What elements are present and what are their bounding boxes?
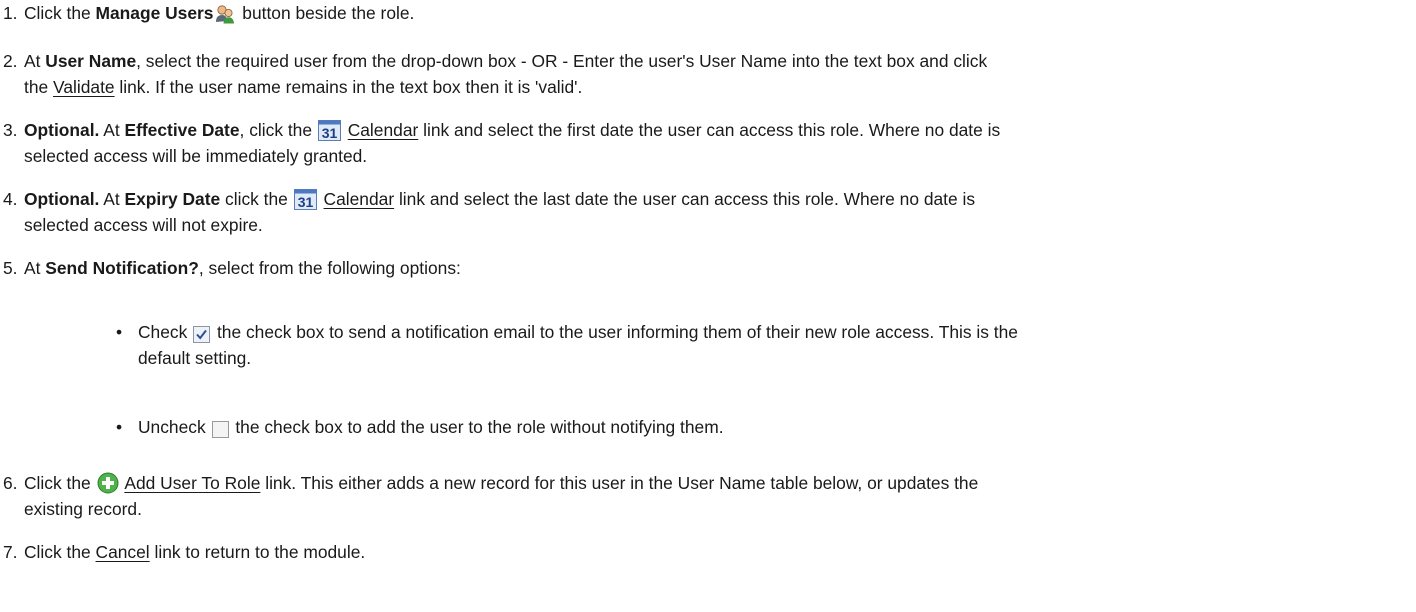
text-run: selected access will not expire. [24, 215, 263, 235]
text-run: the [24, 77, 54, 97]
text-line: At User Name, select the required user f… [24, 48, 1386, 74]
step-text: At User Name, select the required user f… [24, 48, 1386, 100]
checkbox-unchecked-icon [211, 419, 229, 445]
text-line: Click the Cancel link to return to the m… [24, 539, 1386, 565]
cancel-link[interactable]: Cancel [96, 542, 150, 562]
text-run: button beside the role. [237, 3, 415, 23]
bold-term: Expiry Date [124, 189, 221, 209]
text-run: At [24, 258, 46, 278]
text-run: Click the [24, 3, 96, 23]
calendar-link[interactable]: Calendar [324, 189, 395, 209]
text-line: Click the Manage Users button beside the… [24, 0, 1386, 26]
bold-term: Effective Date [124, 120, 240, 140]
step-text: Optional. At Effective Date, click the 3… [24, 117, 1386, 169]
text-line: default setting. [138, 345, 1018, 371]
option-text: Check the check box to send a notificati… [138, 319, 1018, 371]
text-line: Optional. At Expiry Date click the 31 Ca… [24, 186, 1386, 212]
text-line: Click the Add User To Role link. This ei… [24, 470, 1386, 496]
text-run: link. This either adds a new record for … [260, 473, 979, 493]
option-text: Uncheck the check box to add the user to… [138, 414, 724, 440]
text-run: At [24, 51, 46, 71]
text-run: click the [220, 189, 293, 209]
step-text: Click the Cancel link to return to the m… [24, 539, 1386, 565]
text-run: At [99, 120, 125, 140]
text-run: link. If the user name remains in the te… [114, 77, 583, 97]
text-run: the check box to send a notification ema… [212, 322, 1018, 342]
text-run: existing record. [24, 499, 142, 519]
step-number: 7. [3, 542, 18, 562]
bold-term: Manage Users [95, 3, 214, 23]
text-line: At Send Notification?, select from the f… [24, 255, 1386, 281]
text-run: the check box to add the user to the rol… [230, 417, 724, 437]
step-text: Click the Manage Users button beside the… [24, 0, 1386, 26]
manage-users-icon[interactable] [214, 4, 235, 31]
calendar-link[interactable]: Calendar [348, 120, 419, 140]
text-run: link to return to the module. [149, 542, 366, 562]
svg-text:31: 31 [322, 125, 338, 141]
text-line: Uncheck the check box to add the user to… [138, 414, 724, 440]
bold-term: Optional. [24, 189, 100, 209]
text-run: Check [138, 322, 193, 342]
calendar-icon[interactable]: 31 [293, 189, 317, 217]
text-run: link and select the last date the user c… [394, 189, 976, 209]
text-line: selected access will not expire. [24, 212, 1386, 238]
text-line: existing record. [24, 496, 1386, 522]
step-number: 2. [3, 51, 18, 71]
text-run: Uncheck [138, 417, 211, 437]
text-run: , select the required user from the drop… [136, 51, 988, 71]
add-user-to-role-link[interactable]: Add User To Role [124, 473, 260, 493]
step-text: At Send Notification?, select from the f… [24, 255, 1386, 281]
text-run: link and select the first date the user … [418, 120, 1001, 140]
step-number: 3. [3, 120, 18, 140]
bold-term: Optional. [24, 120, 100, 140]
text-run: , select from the following options: [198, 258, 461, 278]
bullet: • [116, 417, 123, 437]
step-number: 4. [3, 189, 18, 209]
bullet: • [116, 322, 123, 342]
text-run: Click the [24, 473, 96, 493]
text-line: Check the check box to send a notificati… [138, 319, 1018, 345]
text-run: , click the [239, 120, 317, 140]
step-text: Optional. At Expiry Date click the 31 Ca… [24, 186, 1386, 238]
text-line: selected access will be immediately gran… [24, 143, 1386, 169]
text-line: Optional. At Effective Date, click the 3… [24, 117, 1386, 143]
step-number: 1. [3, 3, 18, 23]
step-number: 6. [3, 473, 18, 493]
svg-text:31: 31 [297, 194, 313, 210]
text-run: selected access will be immediately gran… [24, 146, 368, 166]
text-run: Click the [24, 542, 96, 562]
text-line: the Validate link. If the user name rema… [24, 74, 1386, 100]
bold-term: Send Notification? [45, 258, 199, 278]
bold-term: User Name [45, 51, 137, 71]
text-run: default setting. [138, 348, 252, 368]
step-text: Click the Add User To Role link. This ei… [24, 470, 1386, 522]
step-number: 5. [3, 258, 18, 278]
text-run: At [99, 189, 125, 209]
validate-link[interactable]: Validate [53, 77, 115, 97]
